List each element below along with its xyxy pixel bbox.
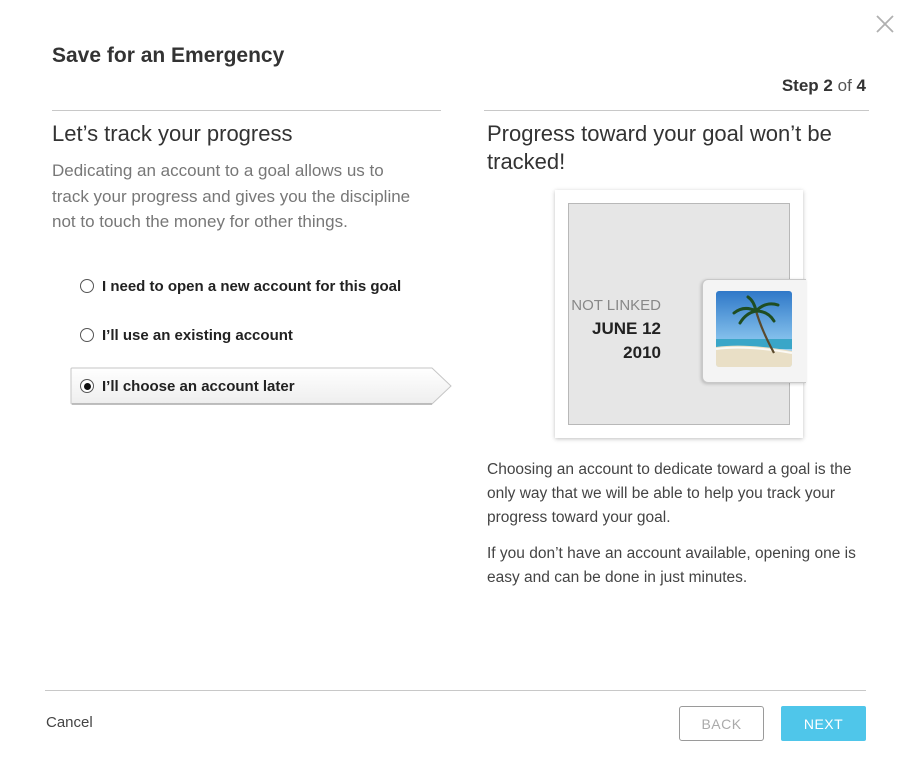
option-choose-later[interactable]: I’ll choose an account later <box>70 367 295 405</box>
option-label: I’ll choose an account later <box>102 377 295 395</box>
back-button[interactable]: BACK <box>679 706 764 741</box>
option-label: I need to open a new account for this go… <box>102 277 402 295</box>
beach-palm-photo-icon <box>716 291 792 367</box>
info-paragraph-1: Choosing an account to dedicate toward a… <box>487 461 852 526</box>
goal-photo-tile <box>702 279 806 383</box>
footer-divider <box>45 690 866 691</box>
radio-open-new-account[interactable] <box>80 279 94 293</box>
radio-use-existing-account[interactable] <box>80 328 94 342</box>
option-use-existing-account[interactable]: I’ll use an existing account <box>70 316 293 354</box>
step-current: 2 <box>823 76 833 95</box>
option-open-new-account[interactable]: I need to open a new account for this go… <box>70 267 401 305</box>
next-button[interactable]: NEXT <box>781 706 866 741</box>
right-heading: Progress toward your goal won’t be track… <box>487 121 832 174</box>
not-linked-illustration: NOT LINKED JUNE 12 2010 <box>555 190 806 438</box>
left-heading: Let’s track your progress <box>52 121 293 146</box>
not-linked-label: NOT LINKED <box>571 297 661 314</box>
radio-choose-later[interactable] <box>80 379 94 393</box>
date-month-day: JUNE 12 <box>592 319 661 338</box>
date-year: 2010 <box>623 343 661 362</box>
step-total: 4 <box>856 76 866 95</box>
left-divider <box>52 110 441 111</box>
info-paragraph-2: If you don’t have an account available, … <box>487 545 856 586</box>
dialog-title: Save for an Emergency <box>52 44 285 67</box>
step-label: Step <box>781 76 819 95</box>
left-description: Dedicating an account to a goal allows u… <box>52 161 411 231</box>
illustration-panel: NOT LINKED JUNE 12 2010 <box>568 203 806 425</box>
step-indicator: Step 2 of 4 <box>782 76 866 96</box>
option-label: I’ll use an existing account <box>102 326 293 344</box>
cancel-link[interactable]: Cancel <box>46 714 93 731</box>
close-icon <box>876 15 894 33</box>
close-button[interactable] <box>873 12 897 36</box>
right-divider <box>484 110 869 111</box>
step-of: of <box>837 76 852 95</box>
